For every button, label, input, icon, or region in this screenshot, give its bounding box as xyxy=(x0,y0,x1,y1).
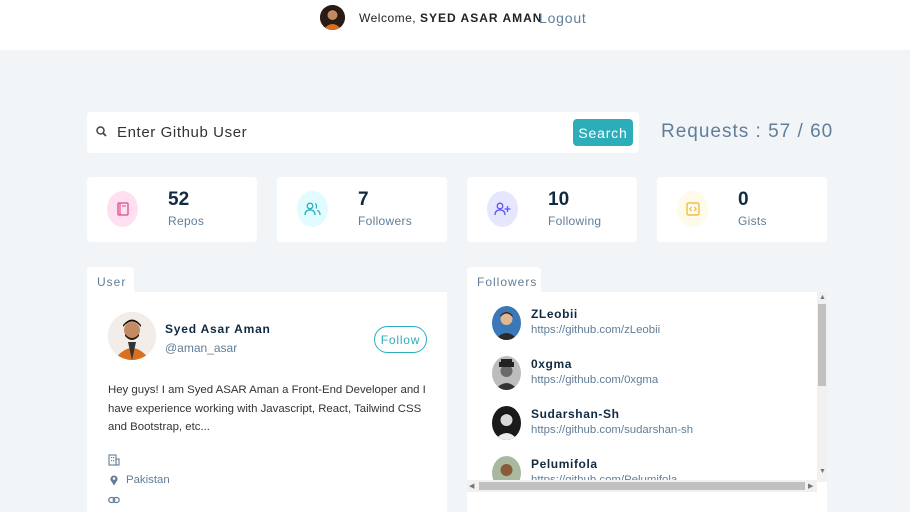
gists-count: 0 xyxy=(738,189,749,210)
followers-card: ZLeobii https://github.com/zLeobii 0xgma… xyxy=(467,292,827,512)
horizontal-scroll-thumb[interactable] xyxy=(479,482,805,490)
vertical-scroll-thumb[interactable] xyxy=(818,304,826,386)
location-text: Pakistan xyxy=(126,474,170,486)
location-row: Pakistan xyxy=(108,474,170,486)
follower-avatar xyxy=(492,456,521,482)
follower-url[interactable]: https://github.com/zLeobii xyxy=(531,324,660,336)
follower-name: Sudarshan-Sh xyxy=(531,407,620,421)
follower-name: 0xgma xyxy=(531,357,573,371)
requests-counter: Requests : 57 / 60 xyxy=(661,121,834,142)
scroll-down-icon[interactable]: ▼ xyxy=(819,468,826,475)
search-icon xyxy=(96,126,107,137)
welcome-prefix: Welcome, xyxy=(359,11,417,25)
company-row xyxy=(108,454,126,466)
scroll-up-icon[interactable]: ▲ xyxy=(819,294,826,301)
search-button[interactable]: Search xyxy=(573,119,633,146)
follower-avatar xyxy=(492,356,521,390)
gists-label: Gists xyxy=(738,214,767,228)
stat-gists: 0 Gists xyxy=(657,177,827,242)
user-avatar xyxy=(108,312,156,360)
stat-following: 10 Following xyxy=(467,177,637,242)
book-icon xyxy=(107,191,138,227)
nav-avatar xyxy=(320,5,345,30)
blog-row xyxy=(108,494,126,506)
horizontal-scrollbar[interactable]: ◀ ▶ xyxy=(467,480,817,492)
welcome-text: Welcome, SYED ASAR AMAN xyxy=(359,11,542,25)
repos-count: 52 xyxy=(168,189,190,210)
user-fullname: Syed Asar Aman xyxy=(165,322,271,336)
tab-followers: Followers xyxy=(467,267,541,293)
user-bio: Hey guys! I am Syed ASAR Aman a Front-En… xyxy=(108,384,426,433)
location-pin-icon xyxy=(110,475,118,486)
top-navbar: Welcome, SYED ASAR AMAN Logout xyxy=(0,0,910,50)
stat-followers: 7 Followers xyxy=(277,177,447,242)
stat-repos: 52 Repos xyxy=(87,177,257,242)
follower-name: ZLeobii xyxy=(531,307,578,321)
scroll-right-icon[interactable]: ▶ xyxy=(808,483,813,490)
scroll-left-icon[interactable]: ◀ xyxy=(469,483,474,490)
follower-avatar xyxy=(492,306,521,340)
vertical-scrollbar[interactable]: ▲ ▼ xyxy=(817,292,827,482)
follower-item[interactable]: Pelumifola https://github.com/Pelumifola xyxy=(492,453,812,482)
building-icon xyxy=(108,454,120,466)
code-icon xyxy=(677,191,708,227)
follower-item[interactable]: ZLeobii https://github.com/zLeobii xyxy=(492,303,812,343)
search-input[interactable] xyxy=(117,118,547,146)
user-plus-icon xyxy=(487,191,518,227)
followers-count: 7 xyxy=(358,189,369,210)
following-count: 10 xyxy=(548,189,570,210)
follower-avatar xyxy=(492,406,521,440)
users-icon xyxy=(297,191,328,227)
follow-button[interactable]: Follow xyxy=(374,326,427,353)
repos-label: Repos xyxy=(168,214,205,228)
user-handle: @aman_asar xyxy=(165,341,238,355)
follower-url[interactable]: https://github.com/0xgma xyxy=(531,374,658,386)
follower-item[interactable]: Sudarshan-Sh https://github.com/sudarsha… xyxy=(492,403,812,443)
tab-user: User xyxy=(87,267,134,293)
follower-item[interactable]: 0xgma https://github.com/0xgma xyxy=(492,353,812,393)
user-card: Syed Asar Aman @aman_asar Follow Hey guy… xyxy=(87,292,447,512)
follower-url[interactable]: https://github.com/sudarshan-sh xyxy=(531,424,693,436)
follower-name: Pelumifola xyxy=(531,457,598,471)
followers-label: Followers xyxy=(358,214,413,228)
logout-button[interactable]: Logout xyxy=(539,10,587,26)
followers-list[interactable]: ZLeobii https://github.com/zLeobii 0xgma… xyxy=(467,292,817,482)
following-label: Following xyxy=(548,214,602,228)
search-form: Search xyxy=(87,112,639,153)
link-icon[interactable] xyxy=(108,494,120,506)
welcome-username: SYED ASAR AMAN xyxy=(419,11,543,25)
